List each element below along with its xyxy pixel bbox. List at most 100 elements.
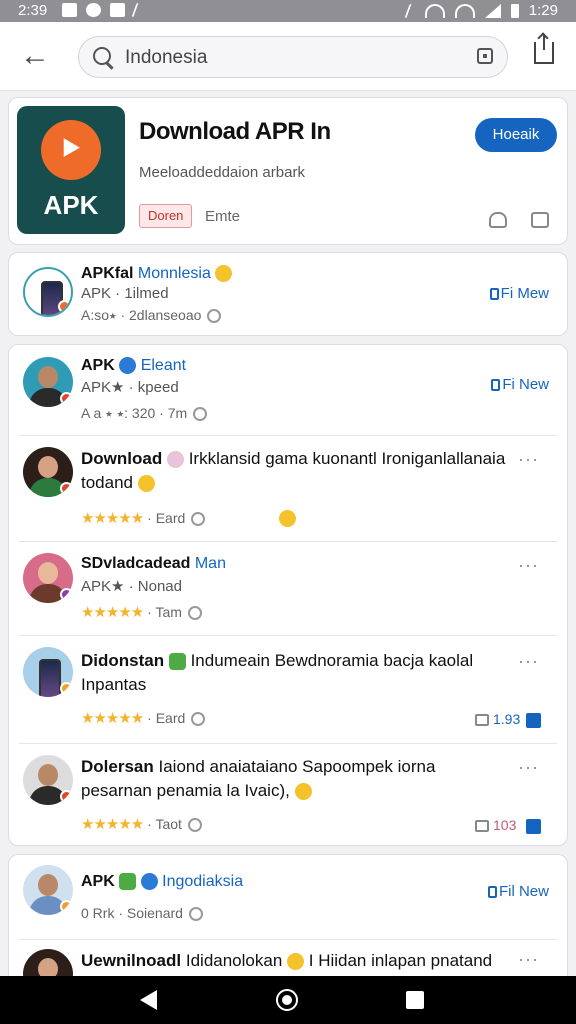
like-count-text: 103: [493, 817, 517, 833]
status-bar: 2:39 1:29: [0, 0, 576, 22]
row-link-text: Fi New: [502, 376, 549, 393]
row-sub: APK★ · kpeed: [81, 379, 179, 396]
post-title-bold: SDvladcadead: [81, 555, 191, 572]
divider: [19, 541, 557, 542]
row-name-bold: APK: [81, 357, 115, 374]
status-time: 2:39: [18, 2, 48, 19]
nav-recents-icon[interactable]: [406, 991, 424, 1009]
verified-icon: [140, 873, 158, 891]
post-meta: ★★★★★ · Tam: [81, 603, 202, 621]
phone-small-icon: [487, 886, 497, 899]
divider: [19, 635, 557, 636]
phone-small-icon: [491, 379, 501, 392]
post-title[interactable]: SDvladcadead Man: [81, 555, 226, 573]
row-name: APKfal Monnlesia: [81, 265, 233, 283]
more-options-icon[interactable]: ···: [518, 757, 539, 778]
avatar-head: [38, 764, 58, 786]
app-card[interactable]: APK Download APR In Meeloaddeddaion arba…: [8, 97, 568, 245]
post-meta: ★★★★★ · Eard: [81, 709, 206, 727]
post-title[interactable]: Uewnilnoadl Ididanolokan I Hiidan inlapa…: [81, 949, 527, 973]
location-icon: [187, 818, 202, 833]
search-bar[interactable]: [78, 36, 508, 79]
nav-back-icon[interactable]: [140, 990, 157, 1010]
badge-dot: [58, 300, 71, 313]
more-options-icon[interactable]: ···: [518, 651, 539, 672]
avatar: [23, 647, 73, 697]
status-time-right: 1:29: [528, 2, 558, 19]
row-meta-text: 0 Rrk · Soienard: [81, 905, 183, 921]
emoji-icon: [119, 873, 137, 891]
signal-icon: [484, 3, 501, 18]
post-title[interactable]: Download Irkklansid gama kuonantl Ironig…: [81, 447, 507, 495]
vibrate-icon: [404, 3, 418, 18]
thumb-outline-icon: [475, 820, 489, 833]
search-icon: [93, 47, 111, 65]
location-icon: [191, 712, 206, 727]
bolt-icon: [131, 3, 145, 17]
avatar: [23, 865, 73, 915]
post-meta-text: · Tam: [147, 604, 182, 620]
post-title-bold: Download: [81, 449, 163, 468]
post-title-blue: Man: [194, 555, 226, 572]
share-icon[interactable]: [534, 34, 554, 64]
shazam-icon: [86, 3, 101, 17]
apk-logo-icon: [41, 120, 101, 180]
row-name-blue: Eleant: [140, 357, 187, 374]
badge-dot: [60, 900, 73, 913]
battery-icon: [510, 3, 519, 18]
like-count-text: 1.93: [493, 711, 521, 727]
back-arrow-icon[interactable]: ←: [20, 41, 50, 72]
wifi-icon-2: [454, 3, 475, 18]
bookmark-icon[interactable]: [531, 212, 549, 228]
row-meta-text: A:so⭑ · 2dlanseoao: [81, 307, 202, 323]
post-title-bold: Didonstan: [81, 651, 165, 670]
avatar: [23, 357, 73, 407]
divider: [19, 939, 557, 940]
heart-icon[interactable]: [489, 212, 507, 228]
divider: [19, 743, 557, 744]
post-title[interactable]: Didonstan Indumeain Bewdnoramia bacja ka…: [81, 649, 507, 697]
rating-stars: ★★★★★: [81, 604, 144, 621]
row-sub: APK · 1ilmed: [81, 285, 169, 302]
post-sub: APK★ · Nonad: [81, 578, 182, 595]
row-name-blue: Monnlesia: [137, 265, 211, 282]
like-count: 1.93: [475, 711, 520, 727]
like-icon[interactable]: [526, 713, 541, 728]
avatar: [23, 755, 73, 805]
row-link[interactable]: Fi Mew: [489, 285, 549, 302]
post-meta-text: · Taot: [147, 816, 182, 832]
list-item[interactable]: APKfal Monnlesia APK · 1ilmed A:so⭑ · 2d…: [8, 252, 568, 336]
post-meta-text: · Eard: [147, 510, 186, 526]
rating-stars: ★★★★★: [81, 510, 144, 527]
scan-icon[interactable]: [477, 48, 493, 64]
post-meta-text: · Eard: [147, 710, 186, 726]
download-button[interactable]: Hoeaik: [475, 118, 557, 152]
row-name-bold: APKfal: [81, 265, 134, 282]
rating-stars: ★★★★★: [81, 816, 144, 833]
status-badge: Doren: [139, 204, 193, 228]
post-title[interactable]: Dolersan Iaiond anaiataiano Sapoompek io…: [81, 755, 507, 803]
verified-icon: [119, 357, 137, 375]
row-meta: 0 Rrk · Soienard: [81, 905, 203, 922]
nav-home-icon[interactable]: [276, 989, 298, 1011]
more-options-icon[interactable]: ···: [518, 949, 539, 970]
row-link[interactable]: Fi New: [491, 376, 549, 393]
list-item[interactable]: APK Ingodiaksia 0 Rrk · Soienard Fil New…: [8, 854, 568, 999]
row-link-text: Fil New: [498, 883, 549, 900]
row-name-blue: Ingodiaksia: [162, 873, 244, 890]
post-title-bold: Uewnilnoadl: [81, 951, 182, 970]
app-subtitle: Meeloaddeddaion arbark: [139, 164, 305, 181]
system-nav-bar: [0, 976, 576, 1024]
phone-small-icon: [489, 288, 499, 301]
more-options-icon[interactable]: ···: [518, 555, 539, 576]
badge-dot: [60, 482, 73, 495]
row-link-text: Fi Mew: [500, 285, 549, 302]
image-icon: [110, 3, 125, 17]
avatar: [23, 267, 73, 317]
more-options-icon[interactable]: ···: [518, 449, 539, 470]
search-input[interactable]: [123, 37, 447, 79]
avatar-head: [38, 874, 58, 896]
row-link[interactable]: Fil New: [487, 883, 549, 900]
row-meta-text: A a ⭑ ⭑: 320 · 7m: [81, 405, 188, 421]
like-icon[interactable]: [526, 819, 541, 834]
